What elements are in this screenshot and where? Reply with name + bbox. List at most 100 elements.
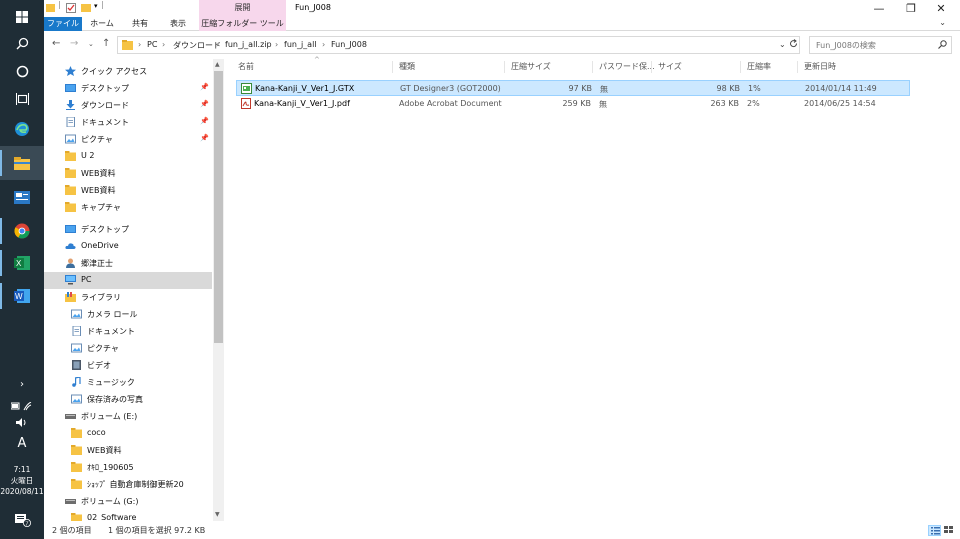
nav-item[interactable]: ピクチャ	[44, 340, 212, 357]
clock-day[interactable]: 火曜日	[0, 476, 44, 486]
nav-item[interactable]: OneDrive	[44, 238, 212, 255]
nav-item[interactable]: 02_Software	[44, 510, 212, 521]
nav-item[interactable]: WEB資料	[44, 165, 212, 182]
column-divider[interactable]	[740, 61, 741, 73]
column-divider[interactable]	[592, 61, 593, 73]
tab-file[interactable]: ファイル	[44, 17, 82, 31]
clock-date[interactable]: 2020/08/11	[0, 487, 44, 497]
tab-view[interactable]: 表示	[160, 17, 196, 31]
chrome-icon[interactable]	[0, 214, 44, 248]
excel-icon[interactable]: X	[0, 246, 44, 280]
nav-item[interactable]: 郷津正士	[44, 255, 212, 272]
column-name[interactable]: 名前	[238, 61, 254, 72]
nav-item[interactable]: ドキュメント 📌	[44, 114, 212, 131]
properties-icon[interactable]	[66, 3, 76, 15]
nav-item[interactable]: ドキュメント	[44, 323, 212, 340]
breadcrumb-pc[interactable]: PC	[147, 40, 157, 49]
nav-item[interactable]: ピクチャ 📌	[44, 131, 212, 148]
file-explorer-icon[interactable]	[0, 146, 44, 180]
pin-icon[interactable]: 📌	[200, 134, 209, 142]
column-size[interactable]: サイズ	[658, 61, 682, 72]
breadcrumb-downloads[interactable]: ダウンロード	[173, 40, 221, 51]
breadcrumb-separator[interactable]: ›	[275, 40, 278, 49]
column-packed-size[interactable]: 圧縮サイズ	[511, 61, 551, 72]
network-battery-icon[interactable]	[0, 397, 44, 415]
nav-item[interactable]: PC	[44, 272, 212, 289]
nav-scrollbar[interactable]: ▲ ▼	[213, 59, 224, 521]
details-view-icon[interactable]	[928, 525, 941, 536]
nav-item[interactable]: coco	[44, 425, 212, 442]
breadcrumb-separator[interactable]: ›	[322, 40, 325, 49]
file-row[interactable]: Kana-Kanji_V_Ver1_J.GTX GT Designer3 (GO…	[236, 80, 910, 96]
breadcrumb-fun-j-all[interactable]: fun_j_all	[284, 40, 317, 49]
large-icons-view-icon[interactable]	[943, 525, 956, 536]
notification-icon[interactable]: 7	[0, 508, 44, 532]
tab-share[interactable]: 共有	[122, 17, 158, 31]
ime-indicator[interactable]: A	[0, 436, 44, 452]
mail-icon[interactable]	[0, 180, 44, 214]
search-icon[interactable]	[938, 40, 947, 51]
nav-item[interactable]: デスクトップ 📌	[44, 80, 212, 97]
nav-item[interactable]: デスクトップ	[44, 221, 212, 238]
nav-item[interactable]: ボリューム (E:)	[44, 408, 212, 425]
nav-item[interactable]: カメラ ロール	[44, 306, 212, 323]
nav-item[interactable]: ｵｷﾛ_190605	[44, 459, 212, 476]
column-modified[interactable]: 更新日時	[804, 61, 836, 72]
column-divider[interactable]	[797, 61, 798, 73]
nav-item[interactable]: ライブラリ	[44, 289, 212, 306]
address-dropdown-icon[interactable]: ⌄	[779, 40, 786, 49]
nav-item[interactable]: ダウンロード 📌	[44, 97, 212, 114]
nav-item[interactable]: WEB資料	[44, 442, 212, 459]
tray-chevron-icon[interactable]: ›	[0, 380, 44, 390]
pin-icon[interactable]: 📌	[200, 83, 209, 91]
nav-item[interactable]: キャプチャ	[44, 199, 212, 216]
close-button[interactable]: ✕	[926, 0, 956, 17]
minimize-button[interactable]: —	[864, 0, 894, 17]
volume-icon[interactable]	[0, 414, 44, 430]
nav-item[interactable]: ｼｮｯﾌﾟ 自動倉庫制御更新20	[44, 476, 212, 493]
edge-icon[interactable]	[0, 112, 44, 146]
tab-compressed-folder-tools[interactable]: 圧縮フォルダー ツール	[199, 17, 286, 31]
breadcrumb-separator[interactable]: ›	[216, 40, 219, 49]
nav-item[interactable]: ビデオ	[44, 357, 212, 374]
forward-arrow-icon[interactable]: →	[70, 38, 78, 49]
recent-locations-icon[interactable]: ⌄	[88, 40, 94, 48]
column-type[interactable]: 種類	[399, 61, 415, 72]
folder-icon[interactable]	[46, 3, 55, 14]
nav-item[interactable]: WEB資料	[44, 182, 212, 199]
tab-home[interactable]: ホーム	[84, 17, 120, 31]
pin-icon[interactable]: 📌	[200, 100, 209, 108]
column-ratio[interactable]: 圧縮率	[747, 61, 771, 72]
back-arrow-icon[interactable]: ←	[52, 38, 60, 49]
title-bar: | ▾ | 展開 Fun_J008 — ❐ ✕	[44, 0, 960, 30]
column-divider[interactable]	[651, 61, 652, 73]
task-view-icon[interactable]	[0, 82, 44, 116]
breadcrumb-separator[interactable]: ›	[162, 40, 165, 49]
address-bar[interactable]: › PC › ダウンロード › fun_j_all.zip › fun_j_al…	[117, 36, 800, 54]
column-divider[interactable]	[392, 61, 393, 73]
word-icon[interactable]: W	[0, 279, 44, 313]
nav-item[interactable]: ボリューム (G:)	[44, 493, 212, 510]
nav-item[interactable]: ミュージック	[44, 374, 212, 391]
up-arrow-icon[interactable]: ↑	[102, 38, 110, 49]
refresh-icon[interactable]	[789, 39, 798, 51]
nav-item[interactable]: 保存済みの写真	[44, 391, 212, 408]
search-box[interactable]: Fun_J008の検索	[809, 36, 952, 54]
column-divider[interactable]	[504, 61, 505, 73]
breadcrumb-current[interactable]: Fun_J008	[331, 40, 367, 49]
clock-time[interactable]: 7:11	[0, 465, 44, 475]
search-input[interactable]: Fun_J008の検索	[816, 40, 876, 51]
ribbon-expand-icon[interactable]: ⌄	[939, 18, 946, 27]
column-password[interactable]: パスワード保...	[599, 61, 655, 72]
nav-item[interactable]: クイック アクセス	[44, 63, 212, 80]
nav-scroll-thumb[interactable]	[214, 71, 223, 343]
quick-access-dropdown-icon[interactable]: ▾	[94, 2, 98, 10]
breadcrumb-zip[interactable]: fun_j_all.zip	[225, 40, 272, 49]
pin-icon[interactable]: 📌	[200, 117, 209, 125]
scroll-down-icon[interactable]: ▼	[215, 511, 220, 518]
scroll-up-icon[interactable]: ▲	[215, 61, 220, 68]
maximize-button[interactable]: ❐	[896, 0, 926, 17]
new-folder-icon[interactable]	[81, 3, 91, 14]
file-row[interactable]: Kana-Kanji_V_Ver1_J.pdf Adobe Acrobat Do…	[236, 96, 910, 112]
nav-item[interactable]: U 2	[44, 148, 212, 165]
